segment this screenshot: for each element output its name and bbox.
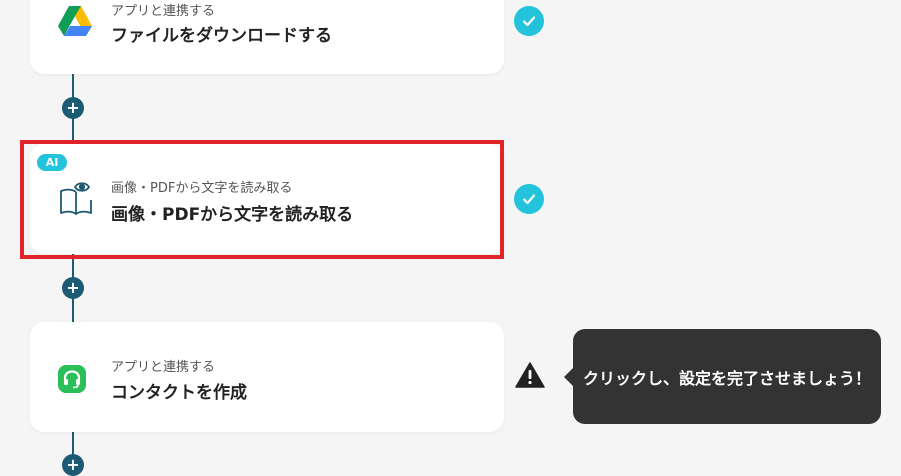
add-step-button[interactable]: + [62, 97, 84, 119]
tooltip-text: クリックし、設定を完了させましょう！ [582, 368, 871, 388]
step-card-create-contact[interactable]: アプリと連携する コンタクトを作成 [30, 322, 504, 432]
add-step-button[interactable]: + [62, 454, 84, 476]
ai-badge: AI [37, 154, 67, 171]
tooltip: クリックし、設定を完了させましょう！ [564, 329, 881, 424]
step-title: コンタクトを作成 [111, 383, 247, 403]
google-drive-icon [58, 6, 92, 40]
step-subtitle: アプリと連携する [111, 4, 216, 19]
headset-icon [58, 365, 86, 397]
step-card-download-file[interactable]: アプリと連携する ファイルをダウンロードする [30, 0, 504, 74]
step-subtitle: アプリと連携する [111, 360, 216, 375]
step-card-ocr[interactable]: 画像・PDFから文字を読み取る 画像・PDFから文字を読み取る [30, 144, 504, 254]
add-step-button[interactable]: + [62, 277, 84, 299]
completed-check-icon [514, 6, 544, 36]
warning-icon [515, 362, 545, 392]
completed-check-icon [514, 184, 544, 214]
step-title: 画像・PDFから文字を読み取る [111, 205, 354, 225]
step-subtitle: 画像・PDFから文字を読み取る [111, 181, 293, 196]
step-title: ファイルをダウンロードする [111, 26, 332, 46]
book-eye-icon [58, 180, 94, 220]
